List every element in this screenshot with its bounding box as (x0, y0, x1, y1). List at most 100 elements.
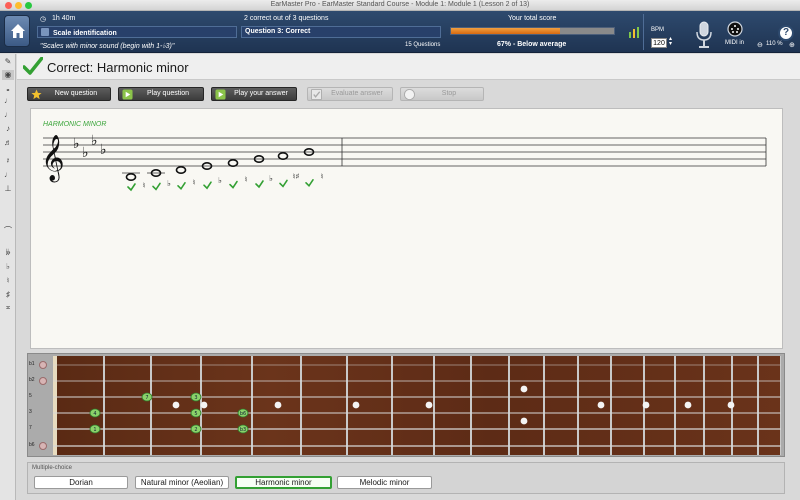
open-string-marker[interactable] (39, 425, 47, 433)
rest-icon[interactable]: ⊥ (2, 184, 14, 194)
open-string-marker[interactable] (39, 377, 47, 385)
zoom-level: 110 % (766, 41, 783, 47)
zoom-in-icon[interactable]: ⊕ (789, 41, 795, 49)
note-head[interactable] (175, 165, 187, 174)
open-string-marker[interactable] (39, 442, 47, 450)
bpm-input[interactable]: 120 (651, 38, 667, 48)
question-status-box: Question 3: Correct (241, 26, 441, 38)
note-check-icon (177, 182, 186, 191)
note-head[interactable] (277, 151, 289, 160)
score-progress-bar (450, 27, 615, 35)
scale-degree-label: 3 (194, 395, 197, 401)
scale-degree-label: 4 (93, 411, 96, 417)
exercise-name-box: Scale identification (37, 26, 237, 38)
quarter-note-icon[interactable]: ♩ (2, 110, 14, 120)
fret-wire (508, 356, 510, 455)
new-question-button[interactable]: New question (27, 87, 111, 101)
fret-wire (150, 356, 152, 455)
dotted-note-icon[interactable]: ♩ (2, 170, 14, 180)
fret-inlay-dot (200, 401, 208, 409)
fret-inlay-dot (597, 401, 605, 409)
flat-icon[interactable]: ♭ (2, 262, 14, 272)
scale-degree-label: b3 (240, 427, 246, 433)
accidental-label: ♮ (321, 172, 324, 181)
sharp-icon[interactable]: ♯ (2, 290, 14, 300)
fret-inlay-dot (642, 401, 650, 409)
fret-wire (543, 356, 545, 455)
multiple-choice-panel: Multiple-choice Dorian Natural minor (Ae… (27, 462, 785, 494)
scale-degree-label: b6 (240, 411, 246, 417)
accidental-label: ♮ (193, 178, 196, 187)
window-title: EarMaster Pro - EarMaster Standard Cours… (270, 1, 530, 8)
bpm-label: BPM (651, 27, 665, 33)
exercise-icon (41, 28, 49, 36)
evaluate-answer-label: Evaluate answer (331, 90, 383, 97)
note-check-icon (203, 181, 212, 190)
music-staff: 𝄞 ♭♭♭♭♮ ♭ ♮ ♭ ♮ ♭ ♮♯ ♮ (41, 133, 767, 192)
tuplet-icon[interactable]: 𝄽 (2, 156, 14, 166)
choice-melodic-minor[interactable]: Melodic minor (337, 476, 432, 489)
checkmark-icon (23, 57, 43, 75)
key-signature-flat: ♭ (82, 145, 89, 161)
midi-icon[interactable] (727, 21, 743, 42)
fret-wire (470, 356, 472, 455)
play-answer-icon (215, 89, 226, 100)
help-button[interactable]: ? (778, 25, 794, 41)
bpm-stepper[interactable]: ▴ ▾ (669, 36, 672, 47)
fret-wire (433, 356, 435, 455)
score-title: Your total score (508, 15, 557, 22)
microphone-icon[interactable] (694, 21, 714, 54)
treble-clef-icon: 𝄞 (41, 135, 65, 183)
scale-degree-label: 1 (93, 427, 96, 433)
evaluate-answer-button[interactable]: Evaluate answer (307, 87, 393, 101)
double-sharp-icon[interactable]: 𝄪 (2, 302, 14, 312)
tie-icon[interactable]: ⌒ (2, 226, 14, 236)
note-check-icon (152, 182, 161, 191)
note-head[interactable] (227, 158, 239, 167)
note-check-icon (229, 180, 238, 189)
statistics-icon[interactable] (628, 25, 640, 43)
string-label: 5 (29, 393, 32, 399)
fret-wire (703, 356, 705, 455)
fret-wire (300, 356, 302, 455)
play-answer-button[interactable]: Play your answer (211, 87, 297, 101)
score-progress-fill (451, 28, 561, 34)
key-signature-flat: ♭ (73, 136, 80, 152)
choice-natural-minor[interactable]: Natural minor (Aeolian) (135, 476, 229, 489)
stop-label: Stop (441, 90, 457, 97)
fret-wire (757, 356, 759, 455)
sixteenth-note-icon[interactable]: ♬ (2, 138, 14, 148)
eighth-note-icon[interactable]: ♪ (2, 124, 14, 134)
whole-note-icon[interactable]: 𝅝 (2, 84, 14, 94)
note-head[interactable] (125, 173, 137, 182)
staff-panel: HARMONIC MINOR 𝄞 ♭ ♭ ♭ ♭ ♮ ♭ ♮ ♭ ♮ ♭ ♮♯ ♮ (30, 108, 783, 349)
window-titlebar: EarMaster Pro - EarMaster Standard Cours… (0, 0, 800, 11)
fretboard[interactable]: 7 3 4 5 b6 1 2 b3 (53, 356, 782, 455)
exercise-name: Scale identification (52, 30, 117, 37)
note-check-icon (255, 180, 264, 189)
string-label: 7 (29, 425, 32, 431)
open-string-marker[interactable] (39, 361, 47, 369)
scale-degree-label: 7 (145, 395, 148, 401)
star-icon (31, 89, 42, 100)
natural-icon[interactable]: ♮ (2, 276, 14, 286)
note-check-icon (279, 179, 288, 188)
fret-inlay-dot (520, 385, 528, 393)
question-count: 15 Questions (405, 42, 441, 48)
open-string-marker[interactable] (39, 409, 47, 417)
half-note-icon[interactable]: ♩ (2, 96, 14, 106)
fret-wire (346, 356, 348, 455)
eye-icon[interactable]: ◉ (2, 70, 14, 80)
double-flat-icon[interactable]: 𝄫 (2, 248, 14, 258)
eraser-icon[interactable]: ✎ (2, 57, 14, 67)
choice-harmonic-minor[interactable]: Harmonic minor (235, 476, 332, 489)
play-question-button[interactable]: Play question (118, 87, 204, 101)
play-icon (122, 89, 133, 100)
fret-inlay-dot (274, 401, 282, 409)
open-string-marker[interactable] (39, 393, 47, 401)
zoom-out-icon[interactable]: ⊖ (757, 41, 763, 49)
header-divider (643, 14, 644, 50)
choice-dorian[interactable]: Dorian (34, 476, 128, 489)
stop-button[interactable]: Stop (400, 87, 484, 101)
home-button[interactable] (4, 15, 30, 47)
